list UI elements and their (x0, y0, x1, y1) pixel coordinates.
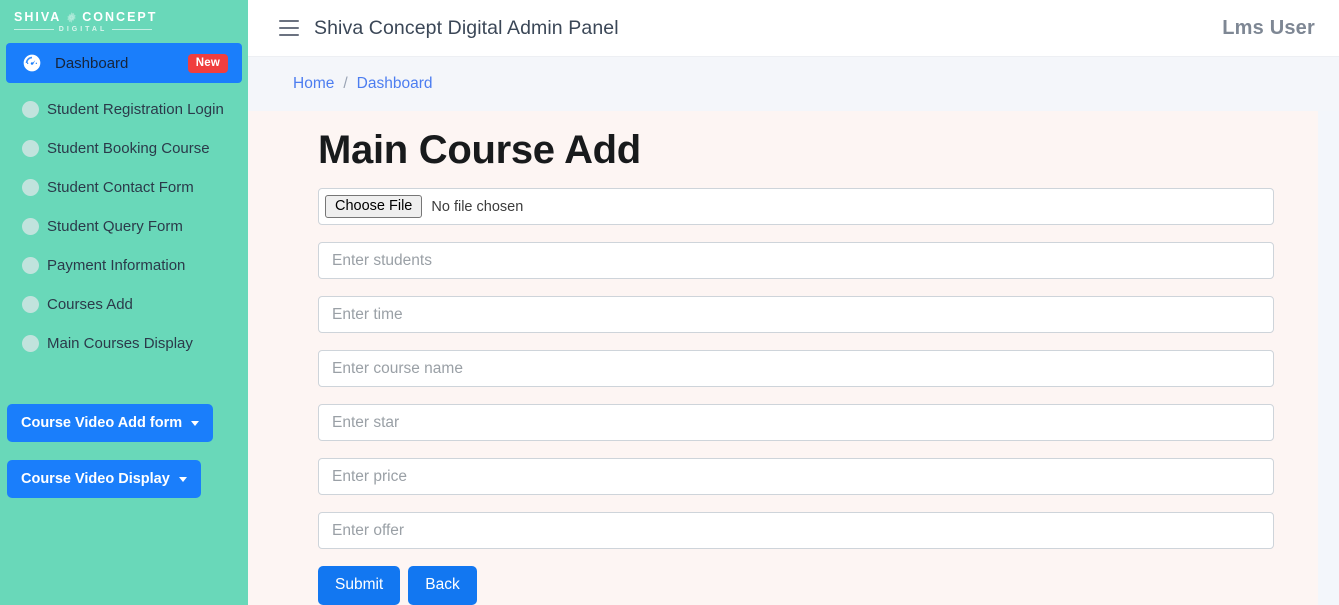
breadcrumb-current[interactable]: Dashboard (357, 75, 433, 93)
sidebar-item-label: Payment Information (47, 257, 186, 274)
form-actions: Submit Back (318, 566, 1255, 605)
sidebar-item-student-contact-form[interactable]: Student Contact Form (6, 168, 242, 207)
chevron-down-icon (191, 420, 200, 426)
dropdown-label: Course Video Add form (21, 415, 183, 431)
sidebar-item-label: Student Registration Login (47, 101, 224, 118)
students-input[interactable] (318, 242, 1274, 279)
main-area: Shiva Concept Digital Admin Panel Lms Us… (248, 0, 1339, 605)
circle-bullet-icon (22, 218, 39, 235)
brand-logo[interactable]: SHIVA CONCEPT DIGITAL (0, 0, 248, 39)
course-image-file-input[interactable]: Choose File No file chosen (318, 188, 1274, 225)
breadcrumb-separator: / (343, 75, 348, 92)
content-panel: Main Course Add Choose File No file chos… (248, 111, 1318, 605)
star-input[interactable] (318, 404, 1274, 441)
file-status-text: No file chosen (431, 198, 524, 215)
gear-icon (65, 11, 78, 24)
circle-bullet-icon (22, 257, 39, 274)
brand-divider-left (14, 29, 54, 30)
brand-digital-text: DIGITAL (58, 26, 108, 33)
page-title: Main Course Add (318, 128, 641, 172)
hamburger-bar (279, 20, 299, 22)
breadcrumb: Home / Dashboard (248, 57, 1339, 111)
price-input[interactable] (318, 458, 1274, 495)
sidebar-item-student-registration-login[interactable]: Student Registration Login (6, 90, 242, 129)
submit-button[interactable]: Submit (318, 566, 401, 605)
sidebar-item-label: Student Contact Form (47, 179, 194, 196)
back-button[interactable]: Back (408, 566, 477, 605)
status-badge-new: New (187, 53, 228, 73)
sidebar-item-label: Dashboard (55, 54, 129, 72)
sidebar-dropdown-group-2: Course Video Display (0, 460, 248, 498)
sidebar-item-dashboard[interactable]: Dashboard New (6, 43, 242, 83)
breadcrumb-home-link[interactable]: Home (293, 75, 334, 93)
chevron-down-icon (178, 476, 187, 482)
app-root: SHIVA CONCEPT DIGITAL Dashboard New Stud… (0, 0, 1339, 605)
sidebar-nav: Dashboard New Student Registration Login… (0, 43, 248, 498)
circle-bullet-icon (22, 296, 39, 313)
circle-bullet-icon (22, 140, 39, 157)
sidebar-item-student-booking-course[interactable]: Student Booking Course (6, 129, 242, 168)
circle-bullet-icon (22, 101, 39, 118)
hamburger-icon[interactable] (279, 20, 299, 36)
brand-divider-right (112, 29, 153, 30)
sidebar-dropdown-group-1: Course Video Add form (0, 404, 248, 442)
gauge-icon (22, 53, 42, 73)
hamburger-bar (279, 27, 299, 29)
time-input[interactable] (318, 296, 1274, 333)
sidebar-item-courses-add[interactable]: Courses Add (6, 285, 242, 324)
topbar: Shiva Concept Digital Admin Panel Lms Us… (248, 0, 1339, 57)
sidebar: SHIVA CONCEPT DIGITAL Dashboard New Stud… (0, 0, 248, 605)
sidebar-item-label: Main Courses Display (47, 335, 193, 352)
sidebar-item-label: Courses Add (47, 296, 133, 313)
circle-bullet-icon (22, 179, 39, 196)
sidebar-item-main-courses-display[interactable]: Main Courses Display (6, 324, 242, 363)
brand-wordmark: SHIVA CONCEPT (14, 10, 157, 24)
brand-word-shiva: SHIVA (14, 10, 62, 24)
sidebar-item-label: Student Booking Course (47, 140, 210, 157)
hamburger-bar (279, 34, 299, 36)
offer-input[interactable] (318, 512, 1274, 549)
user-name-label[interactable]: Lms User (1222, 17, 1317, 40)
course-video-add-form-dropdown[interactable]: Course Video Add form (7, 404, 214, 442)
sidebar-item-student-query-form[interactable]: Student Query Form (6, 207, 242, 246)
choose-file-button[interactable]: Choose File (325, 195, 423, 218)
course-video-display-dropdown[interactable]: Course Video Display (7, 460, 201, 498)
brand-subtitle: DIGITAL (14, 26, 153, 33)
sidebar-item-payment-information[interactable]: Payment Information (6, 246, 242, 285)
brand-word-concept: CONCEPT (82, 10, 158, 24)
course-name-input[interactable] (318, 350, 1274, 387)
sidebar-item-label: Student Query Form (47, 218, 183, 235)
circle-bullet-icon (22, 335, 39, 352)
page-header-title: Shiva Concept Digital Admin Panel (314, 16, 619, 39)
dropdown-label: Course Video Display (21, 471, 170, 487)
